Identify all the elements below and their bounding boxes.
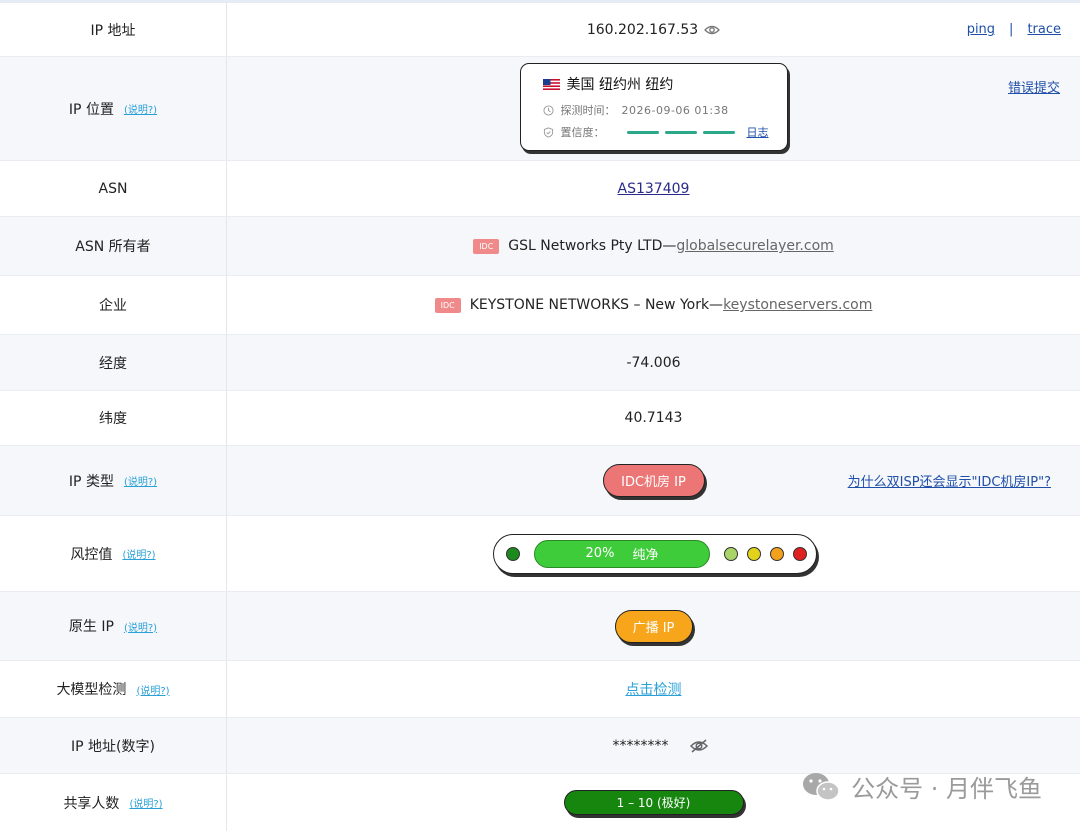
label-text: IP 类型 xyxy=(68,473,114,490)
risk-cell: 20% 纯净 xyxy=(227,516,1080,591)
risk-fill: 20% 纯净 xyxy=(534,539,710,568)
location-cell: 美国 纽约州 纽约 探测时间： 2026-09-06 01:38 置信度： 日志… xyxy=(227,57,1080,160)
ip-type-cell: IDC机房 IP 为什么双ISP还会显示"IDC机房IP"? xyxy=(227,446,1080,515)
row-longitude: 经度 -74.006 xyxy=(0,335,1080,391)
row-asn: ASN AS137409 xyxy=(0,161,1080,217)
asn-owner-name: GSL Networks Pty LTD— xyxy=(508,238,677,254)
label-native-ip: 原生 IP (说明?) xyxy=(0,592,227,660)
row-asn-owner: ASN 所有者 IDC GSL Networks Pty LTD— global… xyxy=(0,217,1080,276)
idc-tag: IDC xyxy=(473,238,500,254)
asn-owner-domain-link[interactable]: globalsecurelayer.com xyxy=(676,238,833,254)
row-native-ip: 原生 IP (说明?) 广播 IP xyxy=(0,592,1080,661)
asn-owner-cell: IDC GSL Networks Pty LTD— globalsecurela… xyxy=(227,217,1080,275)
wechat-watermark: 公众号 · 月伴飞鱼 xyxy=(801,769,1042,804)
ip-info-table: IP 地址 160.202.167.53 ping | trace IP 位置 … xyxy=(0,3,1080,831)
row-ip-type: IP 类型 (说明?) IDC机房 IP 为什么双ISP还会显示"IDC机房IP… xyxy=(0,446,1080,516)
label-asn: ASN xyxy=(0,161,227,216)
watermark-text: 公众号 · 月伴飞鱼 xyxy=(851,775,1042,803)
location-place: 美国 纽约州 纽约 xyxy=(566,77,674,93)
probe-time-label: 探测时间： xyxy=(560,104,616,117)
label-latitude: 纬度 xyxy=(0,391,227,445)
ip-numeric-value: ******** xyxy=(612,737,669,754)
help-link[interactable]: (说明?) xyxy=(122,546,155,561)
risk-dot-1 xyxy=(506,546,520,561)
row-company: 企业 IDC KEYSTONE NETWORKS – New York— key… xyxy=(0,276,1080,335)
help-link[interactable]: (说明?) xyxy=(136,682,169,697)
row-latitude: 纬度 40.7143 xyxy=(0,391,1080,446)
location-card: 美国 纽约州 纽约 探测时间： 2026-09-06 01:38 置信度： 日志 xyxy=(519,63,788,151)
company-name: KEYSTONE NETWORKS – New York— xyxy=(469,297,724,313)
asn-link[interactable]: AS137409 xyxy=(618,181,690,197)
risk-value: 20% xyxy=(585,546,615,561)
label-share-count: 共享人数 (说明?) xyxy=(0,774,227,831)
label-text: 大模型检测 xyxy=(56,682,127,698)
log-link[interactable]: 日志 xyxy=(747,124,769,140)
help-link[interactable]: (说明?) xyxy=(124,619,157,634)
label-longitude: 经度 xyxy=(0,335,227,390)
row-ip-location: IP 位置 (说明?) 美国 纽约州 纽约 探测时间： 2026-09-06 0… xyxy=(0,57,1080,161)
row-llm-detect: 大模型检测 (说明?) 点击检测 xyxy=(0,661,1080,718)
trust-bar-2 xyxy=(664,130,697,134)
broadcast-ip-badge: 广播 IP xyxy=(614,609,693,643)
trace-link[interactable]: trace xyxy=(1027,22,1061,37)
latitude-value: 40.7143 xyxy=(624,410,683,426)
risk-dot-2 xyxy=(724,546,738,561)
trust-meter xyxy=(626,130,741,134)
trust-bar-1 xyxy=(626,130,659,134)
link-separator: | xyxy=(1009,22,1014,37)
help-link[interactable]: (说明?) xyxy=(129,795,162,810)
row-risk: 风控值 (说明?) 20% 纯净 xyxy=(0,516,1080,592)
label-ip-type: IP 类型 (说明?) xyxy=(0,446,227,515)
llm-detect-cell: 点击检测 xyxy=(227,661,1080,717)
us-flag-icon xyxy=(542,78,560,90)
row-ip-address: IP 地址 160.202.167.53 ping | trace xyxy=(0,3,1080,57)
longitude-value: -74.006 xyxy=(626,354,681,371)
help-link[interactable]: (说明?) xyxy=(124,101,157,116)
row-ip-numeric: IP 地址(数字) ******** xyxy=(0,718,1080,774)
error-report-link[interactable]: 错误提交 xyxy=(1008,77,1060,96)
help-link[interactable]: (说明?) xyxy=(124,473,157,488)
eye-icon[interactable] xyxy=(704,24,721,36)
probe-time-value: 2026-09-06 01:38 xyxy=(621,103,729,117)
risk-level: 纯净 xyxy=(632,548,659,563)
label-company: 企业 xyxy=(0,276,227,334)
asn-cell: AS137409 xyxy=(227,161,1080,216)
dual-isp-faq-link[interactable]: 为什么双ISP还会显示"IDC机房IP"? xyxy=(848,471,1051,490)
label-asn-owner: ASN 所有者 xyxy=(0,217,227,275)
ip-value-cell: 160.202.167.53 ping | trace xyxy=(227,3,1080,56)
eye-off-icon[interactable] xyxy=(689,738,709,754)
ping-link[interactable]: ping xyxy=(967,22,995,37)
ip-address-value: 160.202.167.53 xyxy=(586,21,699,38)
company-cell: IDC KEYSTONE NETWORKS – New York— keysto… xyxy=(227,276,1080,334)
label-text: 原生 IP xyxy=(68,619,114,635)
trust-label: 置信度： xyxy=(560,126,605,139)
trust-bar-3 xyxy=(702,130,735,134)
shield-check-icon xyxy=(543,126,553,138)
label-risk: 风控值 (说明?) xyxy=(0,516,227,591)
native-ip-cell: 广播 IP xyxy=(227,592,1080,660)
idc-tag: IDC xyxy=(434,297,461,313)
risk-meter: 20% 纯净 xyxy=(493,533,817,574)
label-ip-location: IP 位置 (说明?) xyxy=(0,57,227,160)
idc-ip-badge: IDC机房 IP xyxy=(602,464,705,497)
clock-icon xyxy=(542,104,554,116)
risk-dot-5 xyxy=(793,546,807,561)
risk-dot-3 xyxy=(747,546,761,561)
label-llm-detect: 大模型检测 (说明?) xyxy=(0,661,227,717)
click-detect-link[interactable]: 点击检测 xyxy=(626,679,682,699)
label-ip-address: IP 地址 xyxy=(0,3,227,56)
wechat-icon xyxy=(803,772,840,801)
ip-numeric-cell: ******** xyxy=(227,718,1080,773)
label-ip-numeric: IP 地址(数字) xyxy=(0,718,227,773)
label-text: 共享人数 xyxy=(63,795,120,812)
risk-dot-4 xyxy=(770,546,784,561)
company-domain-link[interactable]: keystoneservers.com xyxy=(723,297,872,313)
share-count-badge: 1 – 10 (极好) xyxy=(563,790,744,815)
label-text: 风控值 xyxy=(70,546,113,563)
label-text: IP 位置 xyxy=(68,101,114,118)
